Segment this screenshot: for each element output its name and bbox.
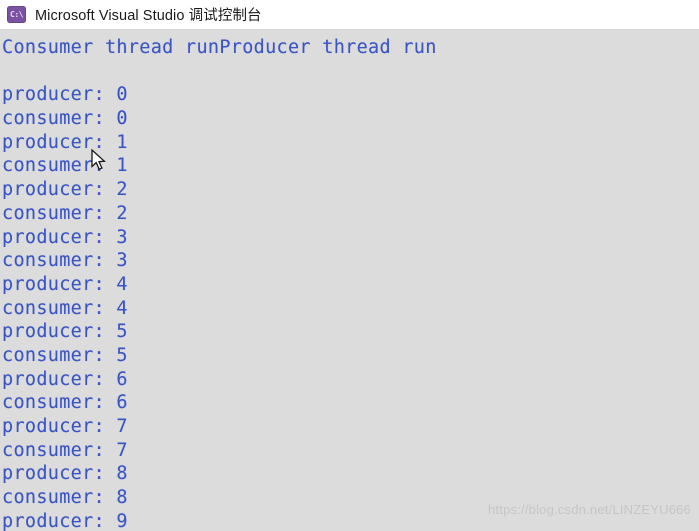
console-line: producer: 1 [2,131,128,153]
console-line: producer: 2 [2,179,128,201]
console-line: producer: 5 [2,321,128,343]
console-line: consumer: 4 [2,297,128,319]
console-line: producer: 9 [2,510,128,531]
console-window: C:\ Microsoft Visual Studio 调试控制台 Consum… [0,0,699,531]
console-line: Consumer thread runProducer thread run [2,37,437,58]
console-output-area[interactable]: Consumer thread runProducer thread run pr… [0,31,699,531]
console-text: Consumer thread runProducer thread run pr… [2,36,437,531]
console-line: consumer: 3 [2,250,128,272]
console-line: producer: 8 [2,463,128,485]
console-line: consumer: 5 [2,344,128,366]
console-line: producer: 0 [2,84,128,106]
app-icon-glyph: C:\ [10,9,23,19]
console-line: consumer: 6 [2,392,128,414]
watermark-text: https://blog.csdn.net/LINZEYU666 [488,502,691,517]
console-line: producer: 3 [2,226,128,248]
title-bar: C:\ Microsoft Visual Studio 调试控制台 [0,0,699,30]
console-line: consumer: 8 [2,487,128,509]
console-line: producer: 7 [2,416,128,437]
console-line: consumer: 2 [2,202,128,224]
console-line: producer: 4 [2,273,128,295]
console-line: consumer: 7 [2,439,128,461]
window-title: Microsoft Visual Studio 调试控制台 [35,8,262,24]
console-line: consumer: 1 [2,155,128,177]
console-line: consumer: 0 [2,108,128,130]
console-app-icon: C:\ [7,6,26,23]
console-line: producer: 6 [2,368,128,390]
